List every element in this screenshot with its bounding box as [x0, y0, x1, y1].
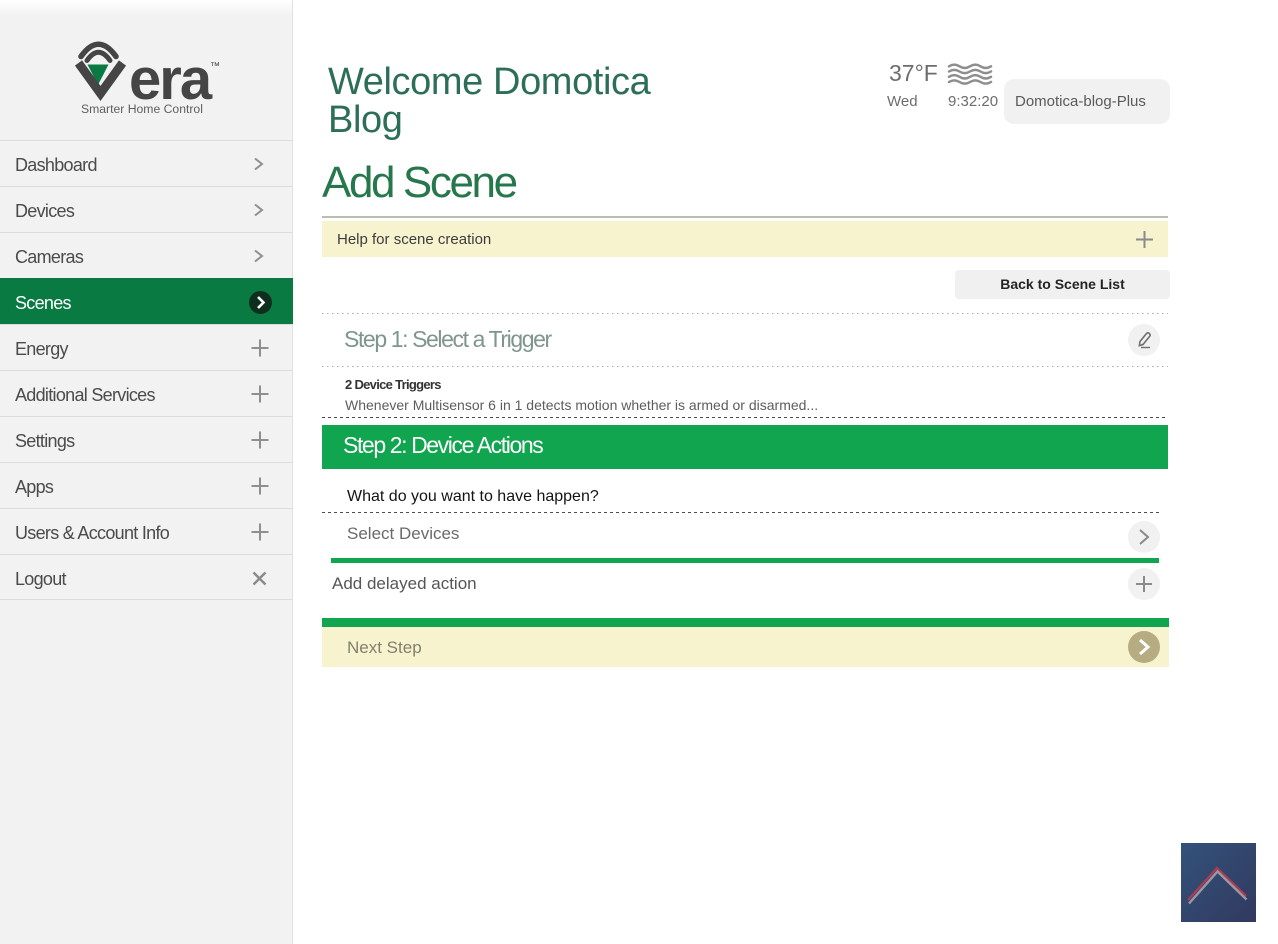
svg-text:™: ™	[210, 61, 220, 72]
svg-text:Smarter Home Control: Smarter Home Control	[81, 102, 203, 116]
